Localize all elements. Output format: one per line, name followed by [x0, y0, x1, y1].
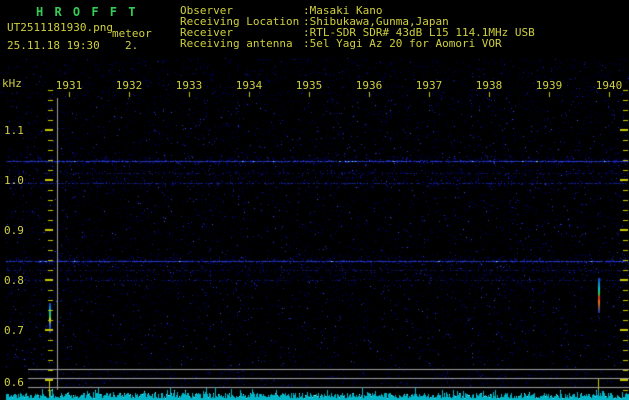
header-field-label: Receiving antenna — [180, 37, 293, 50]
frequency-tick-label: 0.9 — [4, 224, 24, 237]
spectrogram-canvas — [0, 0, 629, 400]
time-tick-label: 1937 — [415, 79, 443, 92]
time-tick-label: 1934 — [235, 79, 263, 92]
time-tick-label: 1936 — [355, 79, 383, 92]
frequency-tick-label: 0.7 — [4, 324, 24, 337]
frequency-tick-label: 0.8 — [4, 274, 24, 287]
header-field-value: :5el Yagi Az 20 for Aomori VOR — [303, 37, 502, 50]
station-label: meteor — [112, 27, 152, 40]
hrofft-window: H R O F F T UT2511181930.png meteor 25.1… — [0, 0, 629, 400]
time-tick-label: 1935 — [295, 79, 323, 92]
frame-counter: 2. — [125, 39, 139, 52]
time-tick-label: 1931 — [55, 79, 83, 92]
khz-axis-label: kHz — [2, 77, 22, 90]
datetime: 25.11.18 19:30 — [7, 39, 100, 52]
time-tick-label: 1932 — [115, 79, 143, 92]
app-title: H R O F F T — [36, 5, 138, 19]
time-tick-label: 1939 — [535, 79, 563, 92]
frequency-tick-label: 0.6 — [4, 376, 24, 389]
frequency-tick-label: 1.0 — [4, 174, 24, 187]
time-tick-label: 1938 — [475, 79, 503, 92]
filename: UT2511181930.png — [7, 21, 113, 34]
frequency-tick-label: 1.1 — [4, 124, 24, 137]
time-tick-label: 1940 — [595, 79, 623, 92]
time-tick-label: 1933 — [175, 79, 203, 92]
